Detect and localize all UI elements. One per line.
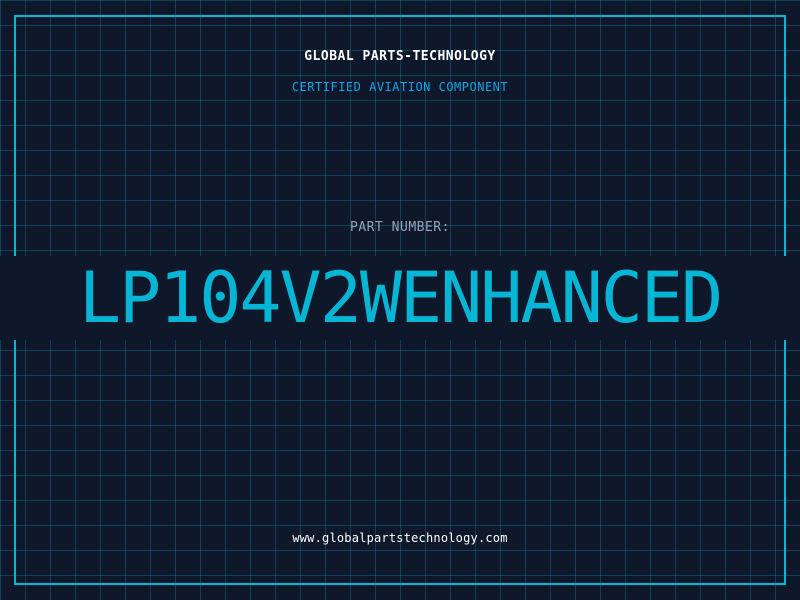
brand-name: GLOBAL PARTS-TECHNOLOGY (304, 49, 496, 64)
website-url: www.globalpartstechnology.com (292, 531, 508, 545)
certification-subtitle: CERTIFIED AVIATION COMPONENT (291, 80, 509, 94)
part-number-label: PART NUMBER: (350, 220, 450, 235)
part-number-value: LP104V2WENHANCED (0, 256, 800, 340)
label-canvas: GLOBAL PARTS-TECHNOLOGY CERTIFIED AVIATI… (0, 0, 800, 600)
